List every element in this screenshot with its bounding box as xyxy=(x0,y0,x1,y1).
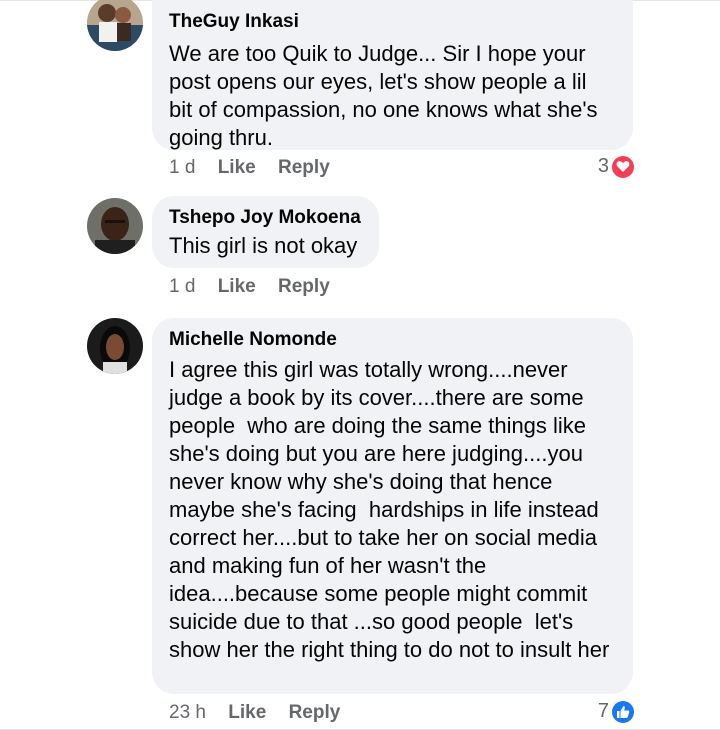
comment-actions: 1 d Like Reply xyxy=(169,276,347,298)
reply-button[interactable]: Reply xyxy=(289,702,341,723)
comment-bubble: Tshepo Joy Mokoena This girl is not okay xyxy=(152,196,379,268)
comment-actions: 23 h Like Reply xyxy=(169,702,357,724)
comment-time[interactable]: 23 h xyxy=(169,702,206,723)
avatar[interactable] xyxy=(87,0,143,51)
comment-actions: 1 d Like Reply xyxy=(169,157,347,179)
reaction-summary[interactable]: 3 xyxy=(598,155,634,178)
like-button[interactable]: Like xyxy=(218,157,256,178)
comment-bubble: Michelle Nomonde I agree this girl was t… xyxy=(152,318,633,694)
like-button[interactable]: Like xyxy=(228,702,266,723)
avatar[interactable] xyxy=(87,198,143,254)
like-button[interactable]: Like xyxy=(218,276,256,297)
comment-author[interactable]: Michelle Nomonde xyxy=(169,328,615,352)
reaction-count: 7 xyxy=(597,700,609,722)
comment-author[interactable]: TheGuy Inkasi xyxy=(169,10,615,34)
heart-icon xyxy=(612,155,634,178)
reaction-count: 3 xyxy=(597,155,609,177)
comment-time[interactable]: 1 d xyxy=(169,276,195,297)
comment-bubble: TheGuy Inkasi We are too Quik to Judge..… xyxy=(152,0,633,150)
comment-time[interactable]: 1 d xyxy=(169,157,195,178)
comment-text: We are too Quik to Judge... Sir I hope y… xyxy=(169,41,604,150)
thumbs-up-icon xyxy=(612,700,634,723)
comment-author[interactable]: Tshepo Joy Mokoena xyxy=(169,206,361,230)
reply-button[interactable]: Reply xyxy=(278,157,330,178)
avatar[interactable] xyxy=(87,318,143,374)
reply-button[interactable]: Reply xyxy=(278,276,330,297)
comment-text: I agree this girl was totally wrong....n… xyxy=(169,357,610,662)
comment-text: This girl is not okay xyxy=(169,233,358,258)
reaction-summary[interactable]: 7 xyxy=(598,700,634,723)
